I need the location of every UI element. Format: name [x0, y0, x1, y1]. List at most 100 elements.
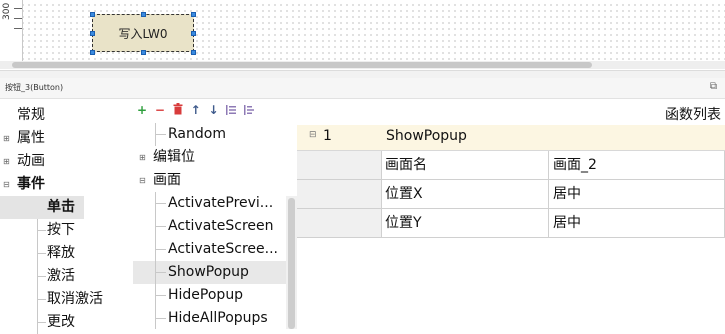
- param-value[interactable]: 居中: [549, 180, 725, 208]
- category-properties[interactable]: ⊞ 属性: [0, 127, 130, 150]
- tree-item-activate-screen[interactable]: ActivateScreen: [133, 215, 286, 238]
- event-press[interactable]: 按下: [0, 219, 130, 242]
- event-label: 按下: [47, 222, 75, 238]
- tree-line: [155, 318, 166, 319]
- category-label: 事件: [17, 176, 45, 192]
- event-release[interactable]: 释放: [0, 242, 130, 265]
- tree-item-hide-all-popups[interactable]: HideAllPopups: [133, 307, 286, 329]
- category-label: 属性: [17, 130, 45, 146]
- tree-item-random[interactable]: Random: [133, 123, 286, 146]
- resize-handle[interactable]: [90, 12, 95, 17]
- category-animation[interactable]: ⊞ 动画: [0, 150, 130, 173]
- event-label: 取消激活: [47, 291, 103, 307]
- param-value[interactable]: 居中: [549, 209, 725, 237]
- function-entry-row[interactable]: ⊟ 1 ShowPopup: [297, 125, 725, 151]
- indent-icon[interactable]: [226, 103, 240, 117]
- move-up-icon[interactable]: ↑: [191, 103, 201, 117]
- resize-handle[interactable]: [90, 50, 95, 55]
- tree-item-activate-previous[interactable]: ActivatePrevi...: [133, 192, 286, 215]
- tree-line: [37, 253, 46, 254]
- param-name: 位置Y: [382, 209, 549, 237]
- tree-item-show-popup[interactable]: ShowPopup: [133, 261, 286, 284]
- function-entry-index: 1: [323, 128, 332, 144]
- function-toolbar: + − ↑ ↓: [137, 103, 258, 121]
- category-events[interactable]: ⊟ 事件: [0, 173, 130, 196]
- param-name: 画面名: [382, 151, 549, 179]
- event-label: 更改: [47, 314, 75, 330]
- tree-item-label: 画面: [153, 172, 181, 188]
- event-deactivate[interactable]: 取消激活: [0, 288, 130, 311]
- tree-item-hide-popup[interactable]: HidePopup: [133, 284, 286, 307]
- tree-item-label: Random: [168, 126, 226, 142]
- restore-window-icon[interactable]: ⧉: [710, 81, 717, 92]
- param-row[interactable]: 画面名 画面_2: [297, 151, 725, 180]
- function-tree: Random ⊞ 编辑位 ⊟ 画面 ActivatePrevi... Activ…: [133, 123, 286, 329]
- function-list-title: 函数列表: [665, 107, 721, 123]
- collapse-icon[interactable]: ⊟: [139, 169, 146, 192]
- resize-handle[interactable]: [90, 31, 95, 36]
- tree-line: [37, 276, 46, 277]
- tree-line: [155, 203, 166, 204]
- tree-item-label: ActivateScree...: [168, 241, 278, 257]
- tree-item-label: ShowPopup: [168, 264, 249, 280]
- vertical-ruler: 300: [0, 0, 23, 62]
- scrollbar-thumb[interactable]: [12, 62, 592, 68]
- param-row[interactable]: 位置Y 居中: [297, 209, 725, 238]
- move-down-icon[interactable]: ↓: [209, 103, 219, 117]
- expand-icon[interactable]: ⊞: [139, 146, 146, 169]
- properties-title-bar: 按钮_3(Button) ⧉: [0, 78, 725, 99]
- tree-group-edit-bit[interactable]: ⊞ 编辑位: [133, 146, 286, 169]
- canvas-horizontal-scrollbar[interactable]: [0, 61, 725, 69]
- remove-icon[interactable]: −: [155, 103, 165, 117]
- tree-line: [155, 134, 166, 135]
- canvas-button-label: 写入LW0: [118, 26, 168, 41]
- param-row[interactable]: 位置X 居中: [297, 180, 725, 209]
- canvas-button-write-lw0[interactable]: 写入LW0: [92, 14, 194, 52]
- tree-item-label: 编辑位: [153, 149, 195, 165]
- category-label: 常规: [17, 107, 45, 123]
- tree-item-label: ActivatePrevi...: [168, 195, 274, 211]
- tree-line: [37, 230, 46, 231]
- ruler-label: 300: [2, 2, 12, 20]
- resize-handle[interactable]: [191, 50, 196, 55]
- expand-icon[interactable]: ⊞: [3, 150, 10, 173]
- function-tree-scrollbar[interactable]: [286, 196, 297, 329]
- design-canvas[interactable]: 300 写入LW0: [0, 0, 725, 62]
- resize-handle[interactable]: [141, 50, 146, 55]
- param-value[interactable]: 画面_2: [549, 151, 725, 179]
- trash-icon[interactable]: [173, 103, 187, 117]
- row-gutter: [297, 209, 382, 237]
- add-icon[interactable]: +: [137, 103, 147, 117]
- row-gutter: [297, 180, 382, 208]
- tree-group-screen[interactable]: ⊟ 画面: [133, 169, 286, 192]
- tree-item-label: HidePopup: [168, 287, 244, 303]
- outdent-icon[interactable]: [244, 103, 255, 117]
- event-label: 单击: [47, 199, 75, 215]
- event-label: 激活: [47, 268, 75, 284]
- tree-line: [155, 295, 166, 296]
- expand-icon[interactable]: ⊞: [3, 127, 10, 150]
- scrollbar-thumb[interactable]: [288, 198, 295, 329]
- properties-title: 按钮_3(Button): [5, 83, 64, 92]
- tree-line: [155, 249, 166, 250]
- event-activate[interactable]: 激活: [0, 265, 130, 288]
- category-general[interactable]: 常规: [0, 104, 130, 127]
- ruler-tick: [14, 8, 22, 9]
- function-entry-name: ShowPopup: [386, 128, 467, 144]
- ruler-tick: [14, 18, 22, 19]
- collapse-icon[interactable]: ⊟: [309, 130, 317, 140]
- resize-handle[interactable]: [191, 12, 196, 17]
- event-click[interactable]: 单击: [0, 196, 84, 219]
- tree-item-label: ActivateScreen: [168, 218, 274, 234]
- tree-line: [37, 322, 46, 323]
- tree-item-activate-screen-by-number[interactable]: ActivateScree...: [133, 238, 286, 261]
- tree-line: [155, 226, 166, 227]
- event-change[interactable]: 更改: [0, 311, 130, 334]
- resize-handle[interactable]: [141, 12, 146, 17]
- event-label: 释放: [47, 245, 75, 261]
- tree-item-label: HideAllPopups: [168, 310, 268, 326]
- row-gutter: [297, 151, 382, 179]
- resize-handle[interactable]: [191, 31, 196, 36]
- collapse-icon[interactable]: ⊟: [3, 173, 10, 196]
- tree-line: [155, 272, 166, 273]
